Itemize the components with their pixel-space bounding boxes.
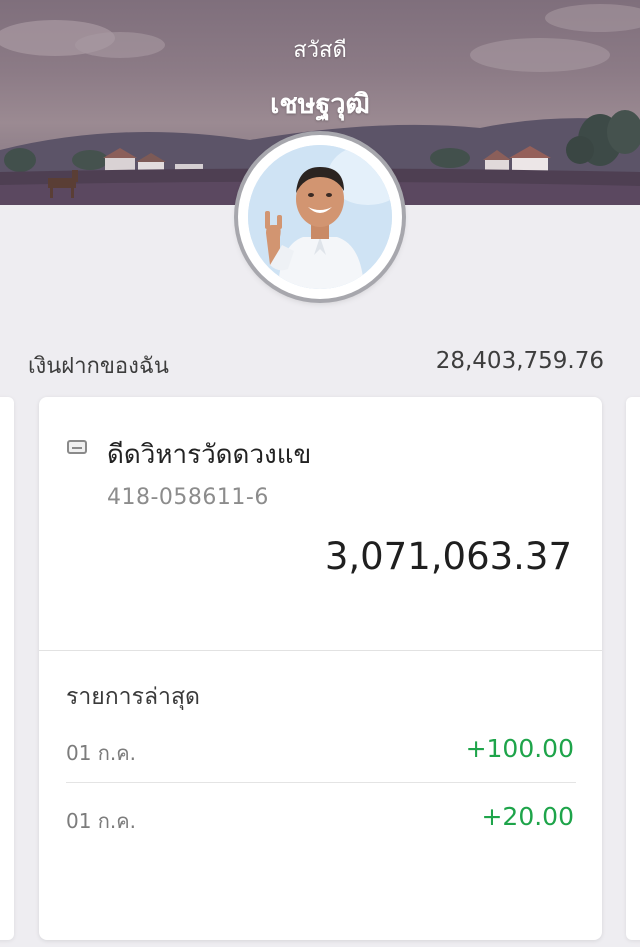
greeting-text: สวัสดี xyxy=(293,38,347,63)
account-name: ดีดวิหารวัดดวงแข xyxy=(107,440,312,470)
next-account-card-peek[interactable] xyxy=(626,397,640,940)
transaction-divider xyxy=(66,782,576,783)
transaction-date: 01 ก.ค. xyxy=(66,809,137,833)
deposit-summary-total: 28,403,759.76 xyxy=(435,348,604,374)
profile-avatar[interactable] xyxy=(238,135,402,299)
transaction-date: 01 ก.ค. xyxy=(66,741,137,765)
bank-card-icon xyxy=(67,440,87,454)
account-card[interactable]: ดีดวิหารวัดดวงแข 418-058611-6 3,071,063.… xyxy=(39,397,602,940)
card-divider xyxy=(39,650,602,651)
avatar-photo xyxy=(248,145,392,289)
account-number: 418-058611-6 xyxy=(107,485,269,510)
deposit-summary-label: เงินฝากของฉัน xyxy=(28,354,169,379)
user-name: เชษฐวุฒิ xyxy=(270,89,370,120)
previous-account-card-peek[interactable] xyxy=(0,397,14,940)
transaction-amount: +20.00 xyxy=(481,802,574,831)
recent-transactions-title: รายการล่าสุด xyxy=(66,684,200,710)
transaction-amount: +100.00 xyxy=(465,734,574,763)
account-balance: 3,071,063.37 xyxy=(324,535,572,578)
